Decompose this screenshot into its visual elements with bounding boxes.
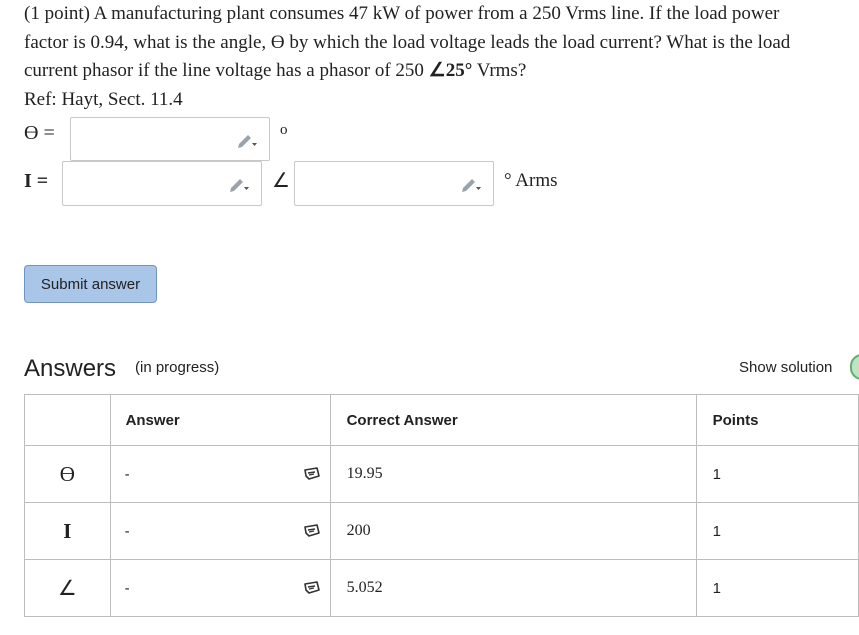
row-correct: 200: [329, 502, 697, 560]
header-symbol: [24, 394, 111, 446]
current-magnitude-input[interactable]: [62, 161, 262, 206]
current-angle-input[interactable]: [294, 161, 494, 206]
problem-line-1: (1 point) A manufacturing plant consumes…: [24, 3, 780, 24]
problem-statement: (1 point) A manufacturing plant consumes…: [24, 0, 859, 114]
answers-table: Answer Correct Answer Points ϴ - 19.95 1…: [24, 394, 859, 617]
row-symbol: ϴ: [24, 445, 111, 503]
row-answer-value: -: [124, 522, 130, 540]
row-answer-value: -: [124, 579, 130, 597]
answers-title: Answers: [24, 355, 117, 382]
problem-line-3-text: current phasor if the line voltage has a…: [24, 60, 429, 81]
header-correct: Correct Answer: [329, 394, 697, 446]
row-points: 1: [695, 445, 859, 503]
header-points: Points: [695, 394, 859, 446]
theta-unit: o: [280, 122, 288, 138]
table-row: ϴ - 19.95 1: [24, 445, 859, 503]
answers-status: (in progress): [135, 359, 220, 376]
reference: Ref: Hayt, Sect. 11.4: [24, 88, 183, 110]
answers-header-row: Answer Correct Answer Points: [24, 394, 859, 446]
problem-line-3-unit: Vrms?: [472, 60, 527, 81]
row-answer: -: [109, 502, 331, 560]
pencil-icon[interactable]: [237, 132, 257, 148]
row-symbol: I: [24, 502, 111, 560]
row-answer-value: -: [124, 465, 130, 483]
current-label: I =: [24, 170, 49, 192]
row-answer: -: [109, 559, 331, 617]
row-points: 1: [695, 502, 859, 560]
problem-line-3: current phasor if the line voltage has a…: [24, 57, 859, 86]
feedback-icon[interactable]: [302, 464, 322, 484]
feedback-icon[interactable]: [302, 521, 322, 541]
voltage-phasor-angle: ∠25°: [428, 60, 473, 81]
show-solution-label: Show solution: [739, 359, 833, 376]
pencil-icon[interactable]: [229, 176, 249, 192]
current-unit: ° Arms: [504, 170, 558, 191]
row-correct: 19.95: [329, 445, 697, 503]
show-solution-toggle[interactable]: [850, 354, 859, 380]
pencil-icon[interactable]: [461, 176, 481, 192]
angle-symbol: ∠: [272, 170, 290, 192]
row-points: 1: [695, 559, 859, 617]
table-row: ∠ - 5.052 1: [24, 559, 859, 617]
theta-input[interactable]: [70, 117, 270, 161]
submit-answer-button[interactable]: Submit answer: [24, 265, 157, 303]
header-answer: Answer: [109, 394, 331, 446]
row-correct: 5.052: [329, 559, 697, 617]
table-row: I - 200 1: [24, 502, 859, 560]
feedback-icon[interactable]: [302, 578, 322, 598]
theta-label: ϴ =: [24, 122, 55, 144]
problem-line-2: factor is 0.94, what is the angle, ϴ by …: [24, 31, 791, 53]
row-symbol: ∠: [24, 559, 111, 617]
row-answer: -: [109, 445, 331, 503]
